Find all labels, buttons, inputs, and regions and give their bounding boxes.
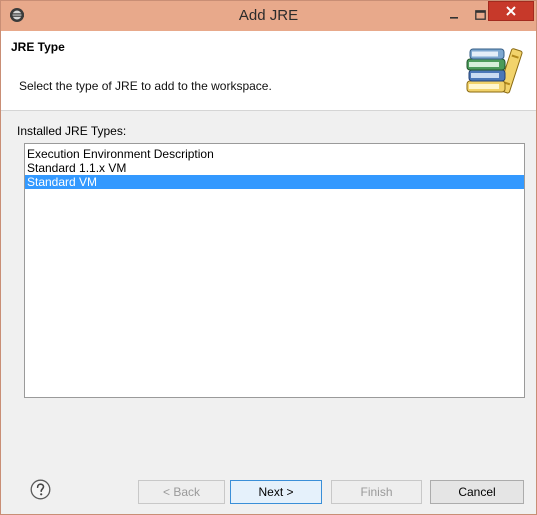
minimize-button[interactable] xyxy=(441,5,467,26)
installed-jre-types-label: Installed JRE Types: xyxy=(17,124,127,138)
cancel-button[interactable]: Cancel xyxy=(430,480,524,504)
finish-button[interactable]: Finish xyxy=(331,480,422,504)
list-item-standard-1-1-x-vm[interactable]: Standard 1.1.x VM xyxy=(25,161,524,175)
button-bar: < Back Next > Finish Cancel xyxy=(1,469,536,514)
books-icon xyxy=(466,48,523,94)
back-button[interactable]: < Back xyxy=(138,480,225,504)
close-button[interactable] xyxy=(488,1,534,21)
help-icon[interactable] xyxy=(30,479,51,500)
page-description: Select the type of JRE to add to the wor… xyxy=(19,79,272,93)
wizard-header: JRE Type Select the type of JRE to add t… xyxy=(1,31,536,111)
minimize-icon xyxy=(450,16,458,19)
next-button[interactable]: Next > xyxy=(230,480,322,504)
jre-type-list[interactable]: Execution Environment Description Standa… xyxy=(24,143,525,398)
list-item-standard-vm[interactable]: Standard VM xyxy=(25,175,524,189)
page-title: JRE Type xyxy=(11,40,65,54)
list-item-execution-environment-description[interactable]: Execution Environment Description xyxy=(25,147,524,161)
maximize-icon xyxy=(474,9,486,20)
title-bar[interactable]: Add JRE xyxy=(1,1,536,31)
add-jre-dialog: Add JRE JRE Type Select the type of JRE … xyxy=(0,0,537,515)
close-icon xyxy=(506,6,516,16)
